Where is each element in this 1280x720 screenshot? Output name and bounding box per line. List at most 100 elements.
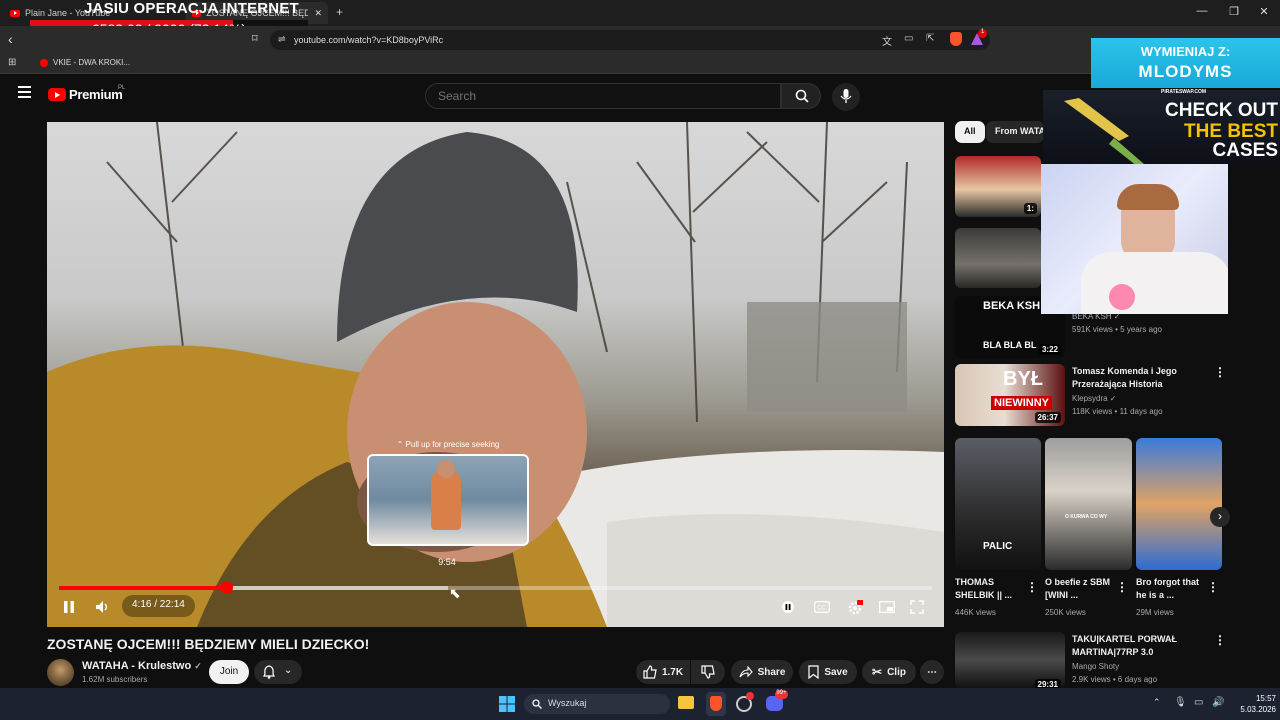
knife-icon [1064,98,1144,166]
seek-preview-thumbnail [367,454,529,546]
chip-all[interactable]: All [955,121,985,143]
search-input[interactable] [425,83,781,109]
subtitles-button[interactable]: CC [814,601,830,616]
back-arrow-icon[interactable]: ‹ [8,31,13,47]
discord-icon[interactable]: 99+ [766,690,788,711]
fullscreen-button[interactable] [910,600,924,617]
video-player[interactable]: ⌃ Pull up for precise seeking 9:54 ⬉ 4:1… [47,122,944,627]
related-video-title[interactable]: TAKU|KARTEL PORWAŁ MARTINA|77RP 3.0 [1072,633,1207,659]
share-page-icon[interactable]: ⇱ [926,33,934,44]
minimize-button[interactable]: — [1192,5,1212,17]
obs-icon[interactable] [736,692,754,712]
network-icon[interactable]: ▭ [1194,697,1203,708]
related-video-thumbnail[interactable]: 29:31 [955,632,1065,688]
rewards-badge: 1 [978,29,987,38]
short-thumbnail[interactable]: PALIC [955,438,1041,570]
translate-icon[interactable]: 文 [882,33,892,48]
chip-from-channel[interactable]: From WATA [986,121,1044,143]
more-options-icon[interactable]: ⋮ [1116,580,1128,594]
autoplay-toggle[interactable] [781,600,795,617]
tray-overflow-icon[interactable]: ⌃ [1153,697,1161,708]
miniplayer-icon [879,601,895,613]
file-explorer-icon[interactable] [678,696,694,709]
streamer-webcam [1041,164,1228,314]
short-thumbnail[interactable] [1136,438,1222,570]
related-channel-name[interactable]: Klepsydra ✓ [1072,394,1117,403]
taskbar-clock[interactable]: 15:57 5.03.2026 [1228,693,1276,715]
video-title: ZOSTANĘ OJCEM!!! BĘDZIEMY MIELI DZIECKO! [47,636,370,652]
site-info-icon[interactable]: ⇌ [278,34,286,45]
like-count: 1.7K [661,666,684,678]
short-views: 250K views [1045,608,1086,617]
more-options-icon[interactable]: ⋮ [1026,580,1038,594]
brave-shields-icon[interactable] [950,32,962,46]
microphone-tray-icon[interactable]: 🎙 [1174,697,1187,708]
time-display: 4:16 / 22:14 [122,595,195,617]
bookmark-vkie[interactable]: VKIE - DWA KROKI... [53,58,130,67]
url-field[interactable]: ⇌ youtube.com/watch?v=KD8boyPViRc 文 ▭ ⇱ … [270,29,990,50]
settings-button[interactable] [847,600,864,619]
short-thumbnail[interactable]: O KURWA CO WY [1045,438,1132,570]
youtube-bookmark-icon [40,59,48,67]
search-button[interactable] [781,83,821,109]
related-video-thumbnail[interactable] [955,228,1041,288]
short-views: 29M views [1136,608,1174,617]
seek-bar[interactable] [59,581,932,594]
brave-rewards-icon[interactable]: 1 [970,29,987,46]
youtube-logo-icon[interactable] [48,88,66,101]
save-button[interactable]: Save [799,660,857,684]
region-code: PL [118,85,126,91]
short-title[interactable]: O beefie z SBM [WINI ... [1045,576,1113,602]
thumbs-down-icon [701,665,715,679]
subscriber-count: 1.62M subscribers [82,675,148,684]
youtube-premium-logo[interactable]: Premium [69,87,123,102]
share-button[interactable]: Share [731,660,793,684]
restore-button[interactable]: ❐ [1224,5,1244,18]
stream-overlay-title: JASIU OPERACJA INTERNET [84,0,299,17]
related-video-meta: 2.9K views • 6 days ago [1072,675,1158,684]
new-tab-button[interactable]: + [336,5,343,19]
start-button[interactable] [499,696,515,712]
mute-button[interactable] [95,600,111,617]
join-button[interactable]: Join [209,660,249,684]
notification-dot [746,692,754,700]
video-duration: 29:31 [1034,679,1061,688]
seek-preview-time: 9:54 [438,557,456,567]
short-title[interactable]: Bro forgot that he is a ... [1136,576,1204,602]
cast-icon[interactable]: ▭ [904,33,913,44]
brave-taskbar-button[interactable] [706,692,726,716]
autoplay-icon [782,601,794,613]
close-window-button[interactable]: ✕ [1254,5,1274,18]
like-button[interactable]: 1.7K [636,660,690,684]
related-video-thumbnail[interactable]: BYŁ NIEWINNY 26:37 [955,364,1065,426]
more-actions-button[interactable]: ⋯ [920,660,944,684]
voice-search-button[interactable] [832,83,860,111]
subscribed-notifications-button[interactable]: ⌄ [254,660,302,684]
channel-name[interactable]: WATAHA - Krulestwo ✓ [82,660,202,672]
bookmark-icon[interactable]: ⌑ [252,32,258,45]
pause-button[interactable] [63,600,75,617]
dislike-button[interactable] [691,660,725,684]
channel-avatar[interactable] [47,659,74,686]
related-channel-name[interactable]: Mango Shoty [1072,662,1119,671]
menu-hamburger-icon[interactable] [18,86,31,98]
verified-check-icon: ✓ [194,661,202,671]
thumbnail-text: BYŁ [1003,368,1043,390]
related-video-title[interactable]: Tomasz Komenda i Jego Przerażająca Histo… [1072,365,1207,391]
more-options-icon[interactable]: ⋮ [1207,580,1219,594]
thumbnail-text: BLA BLA BL [983,340,1037,350]
taskbar-search[interactable]: Wyszukaj [524,694,670,714]
short-title[interactable]: THOMAS SHELBIK || ... [955,576,1023,602]
more-options-icon[interactable]: ⋮ [1214,365,1226,379]
video-duration: 1: [1023,203,1037,214]
close-tab-icon[interactable]: ✕ [314,8,322,19]
shorts-next-button[interactable]: › [1210,507,1230,527]
miniplayer-button[interactable] [879,601,895,616]
related-video-thumbnail[interactable]: 1: [955,156,1041,217]
seek-bar-scrubber[interactable] [219,581,233,594]
apps-grid-icon[interactable]: ⊞ [8,57,16,68]
speaker-icon[interactable]: 🔊 [1212,697,1224,708]
more-options-icon[interactable]: ⋮ [1214,633,1226,647]
captions-icon: CC [814,601,830,613]
clip-button[interactable]: ✂ Clip [862,660,916,684]
